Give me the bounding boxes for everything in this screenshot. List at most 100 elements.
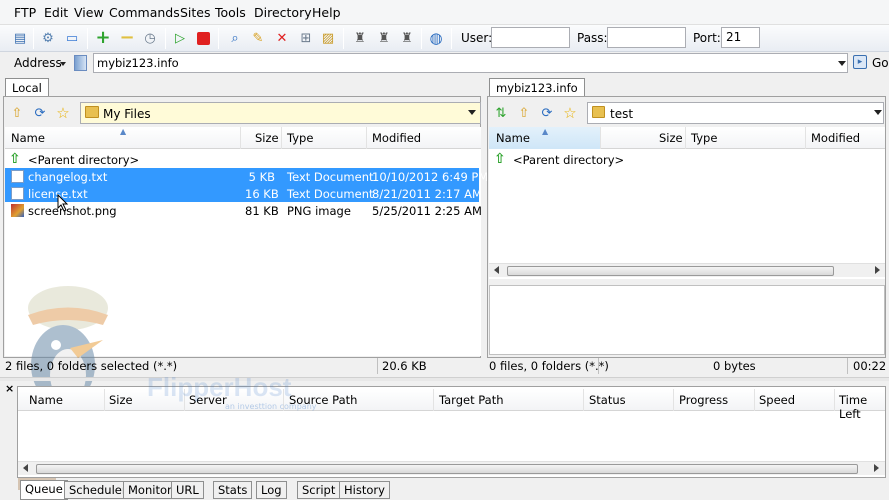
queue-column-time-left[interactable]: Time Left	[839, 393, 885, 421]
column-header-name[interactable]: Name	[496, 131, 530, 145]
scroll-left-icon[interactable]	[494, 266, 499, 274]
toolbar: ▤ ⚙ ▭ + − ◷ ▷ ⌕ ✎ ✕ ⊞ ▨ ♜ ♜ ♜ ◍ User: Pa…	[0, 25, 889, 52]
queue-column-status[interactable]: Status	[589, 393, 626, 407]
menu-commands[interactable]: Commands	[109, 5, 180, 20]
column-header-size[interactable]: Size	[659, 131, 683, 145]
column-header-size[interactable]: Size	[255, 131, 279, 145]
rename-pencil-icon[interactable]: ✎	[248, 28, 268, 48]
binoculars-remote-icon[interactable]: ♜	[397, 28, 417, 48]
play-icon[interactable]: ▷	[170, 28, 190, 48]
scroll-thumb[interactable]	[507, 266, 834, 276]
tab-remote-site[interactable]: mybiz123.info	[489, 78, 585, 97]
toolbar-separator	[421, 28, 422, 49]
menu-help[interactable]: Help	[312, 5, 341, 20]
scroll-right-icon[interactable]	[875, 266, 880, 274]
up-folder-icon[interactable]: ⇧	[514, 103, 534, 123]
tab-history[interactable]: History	[339, 481, 390, 499]
queue-column-target-path[interactable]: Target Path	[439, 393, 504, 407]
window-icon[interactable]: ▭	[62, 28, 82, 48]
local-path-field[interactable]: My Files	[80, 102, 481, 124]
column-divider	[685, 127, 686, 149]
clock-icon[interactable]: ◷	[140, 28, 160, 48]
address-dropdown-icon[interactable]	[60, 62, 66, 66]
go-button[interactable]: Go	[872, 56, 889, 70]
remote-path-dropdown-icon[interactable]	[874, 110, 882, 115]
favorites-star-icon[interactable]: ☆	[560, 103, 580, 123]
column-divider	[834, 389, 835, 411]
row-size: 5 KB	[248, 170, 275, 184]
search-icon[interactable]: ⌕	[225, 28, 245, 48]
menu-directory[interactable]: Directory	[254, 5, 312, 20]
menu-sites[interactable]: Sites	[180, 5, 211, 20]
scroll-left-icon[interactable]	[23, 464, 28, 472]
tab-queue[interactable]: Queue	[20, 480, 68, 500]
stop-icon[interactable]	[193, 28, 213, 48]
table-row[interactable]: screenshot.png 81 KB PNG image 5/25/2011…	[5, 202, 482, 219]
tab-stats[interactable]: Stats	[213, 481, 253, 499]
scroll-thumb[interactable]	[36, 464, 858, 474]
column-header-name[interactable]: Name	[11, 131, 45, 145]
pane-splitter[interactable]	[0, 377, 889, 381]
up-arrow-icon: ⇧	[494, 151, 506, 167]
menu-tools[interactable]: Tools	[215, 5, 246, 20]
user-label: User:	[461, 31, 493, 45]
up-folder-icon[interactable]: ⇧	[7, 103, 27, 123]
queue-column-speed[interactable]: Speed	[759, 393, 795, 407]
queue-column-progress[interactable]: Progress	[679, 393, 728, 407]
binoculars-local-icon[interactable]: ♜	[374, 28, 394, 48]
tab-monitor[interactable]: Monitor	[123, 481, 177, 499]
local-status-size: 20.6 KB	[382, 359, 427, 373]
list-item-parent[interactable]: ⇧ <Parent directory>	[489, 151, 885, 168]
remote-path-field[interactable]: test	[587, 102, 884, 124]
properties-icon[interactable]: ⊞	[296, 28, 316, 48]
refresh-icon[interactable]: ⟳	[30, 103, 50, 123]
port-input[interactable]: 21	[721, 27, 760, 48]
site-manager-icon[interactable]: ▤	[10, 28, 30, 48]
row-name: changelog.txt	[28, 170, 108, 184]
column-header-modified[interactable]: Modified	[811, 131, 860, 145]
add-icon[interactable]: +	[93, 28, 113, 48]
close-icon[interactable]: ×	[5, 382, 14, 395]
column-header-type[interactable]: Type	[287, 131, 313, 145]
user-input[interactable]	[491, 27, 570, 48]
remote-file-list[interactable]	[489, 127, 885, 279]
refresh-icon[interactable]: ⟳	[537, 103, 557, 123]
scroll-right-icon[interactable]	[874, 464, 879, 472]
mouse-cursor-icon	[57, 194, 69, 212]
tab-local[interactable]: Local	[5, 78, 49, 97]
watermark-tagline: an investtion company	[225, 402, 317, 411]
settings-gear-icon[interactable]: ⚙	[38, 28, 58, 48]
globe-icon[interactable]: ◍	[426, 28, 446, 48]
favorites-star-icon[interactable]: ☆	[53, 103, 73, 123]
tab-log[interactable]: Log	[256, 481, 287, 499]
remote-horizontal-scrollbar[interactable]	[489, 263, 885, 277]
local-status-text: 2 files, 0 folders selected (*.*)	[5, 359, 178, 373]
folder-icon	[85, 106, 99, 118]
menu-ftp[interactable]: FTP	[14, 5, 36, 20]
new-folder-icon[interactable]: ▨	[318, 28, 338, 48]
remove-icon[interactable]: −	[117, 28, 137, 48]
menu-edit[interactable]: Edit	[44, 5, 68, 20]
delete-icon[interactable]: ✕	[272, 28, 292, 48]
queue-column-name[interactable]: Name	[29, 393, 63, 407]
list-item-parent[interactable]: ⇧ <Parent directory>	[5, 151, 481, 168]
column-header-type[interactable]: Type	[691, 131, 717, 145]
tab-script[interactable]: Script	[297, 481, 341, 499]
go-icon[interactable]: ▸	[853, 55, 867, 69]
table-row[interactable]: changelog.txt 5 KB Text Document 10/10/2…	[5, 168, 488, 185]
text-file-icon	[11, 187, 24, 200]
tab-scheduler[interactable]: Scheduler	[64, 481, 132, 499]
queue-column-size[interactable]: Size	[109, 393, 133, 407]
column-header-modified[interactable]: Modified	[372, 131, 421, 145]
binoculars-icon[interactable]: ♜	[350, 28, 370, 48]
menu-view[interactable]: View	[74, 5, 104, 20]
password-input[interactable]	[607, 27, 686, 48]
table-row[interactable]: license.txt 16 KB Text Document 8/21/201…	[5, 185, 482, 202]
queue-horizontal-scrollbar[interactable]	[18, 461, 885, 475]
address-input-dropdown-icon[interactable]	[838, 61, 846, 66]
local-path-dropdown-icon[interactable]	[468, 110, 476, 115]
address-input[interactable]: mybiz123.info	[93, 53, 848, 73]
address-label[interactable]: Address	[14, 56, 62, 70]
tab-url[interactable]: URL	[171, 481, 204, 499]
connect-icon[interactable]: ⇅	[491, 103, 511, 123]
